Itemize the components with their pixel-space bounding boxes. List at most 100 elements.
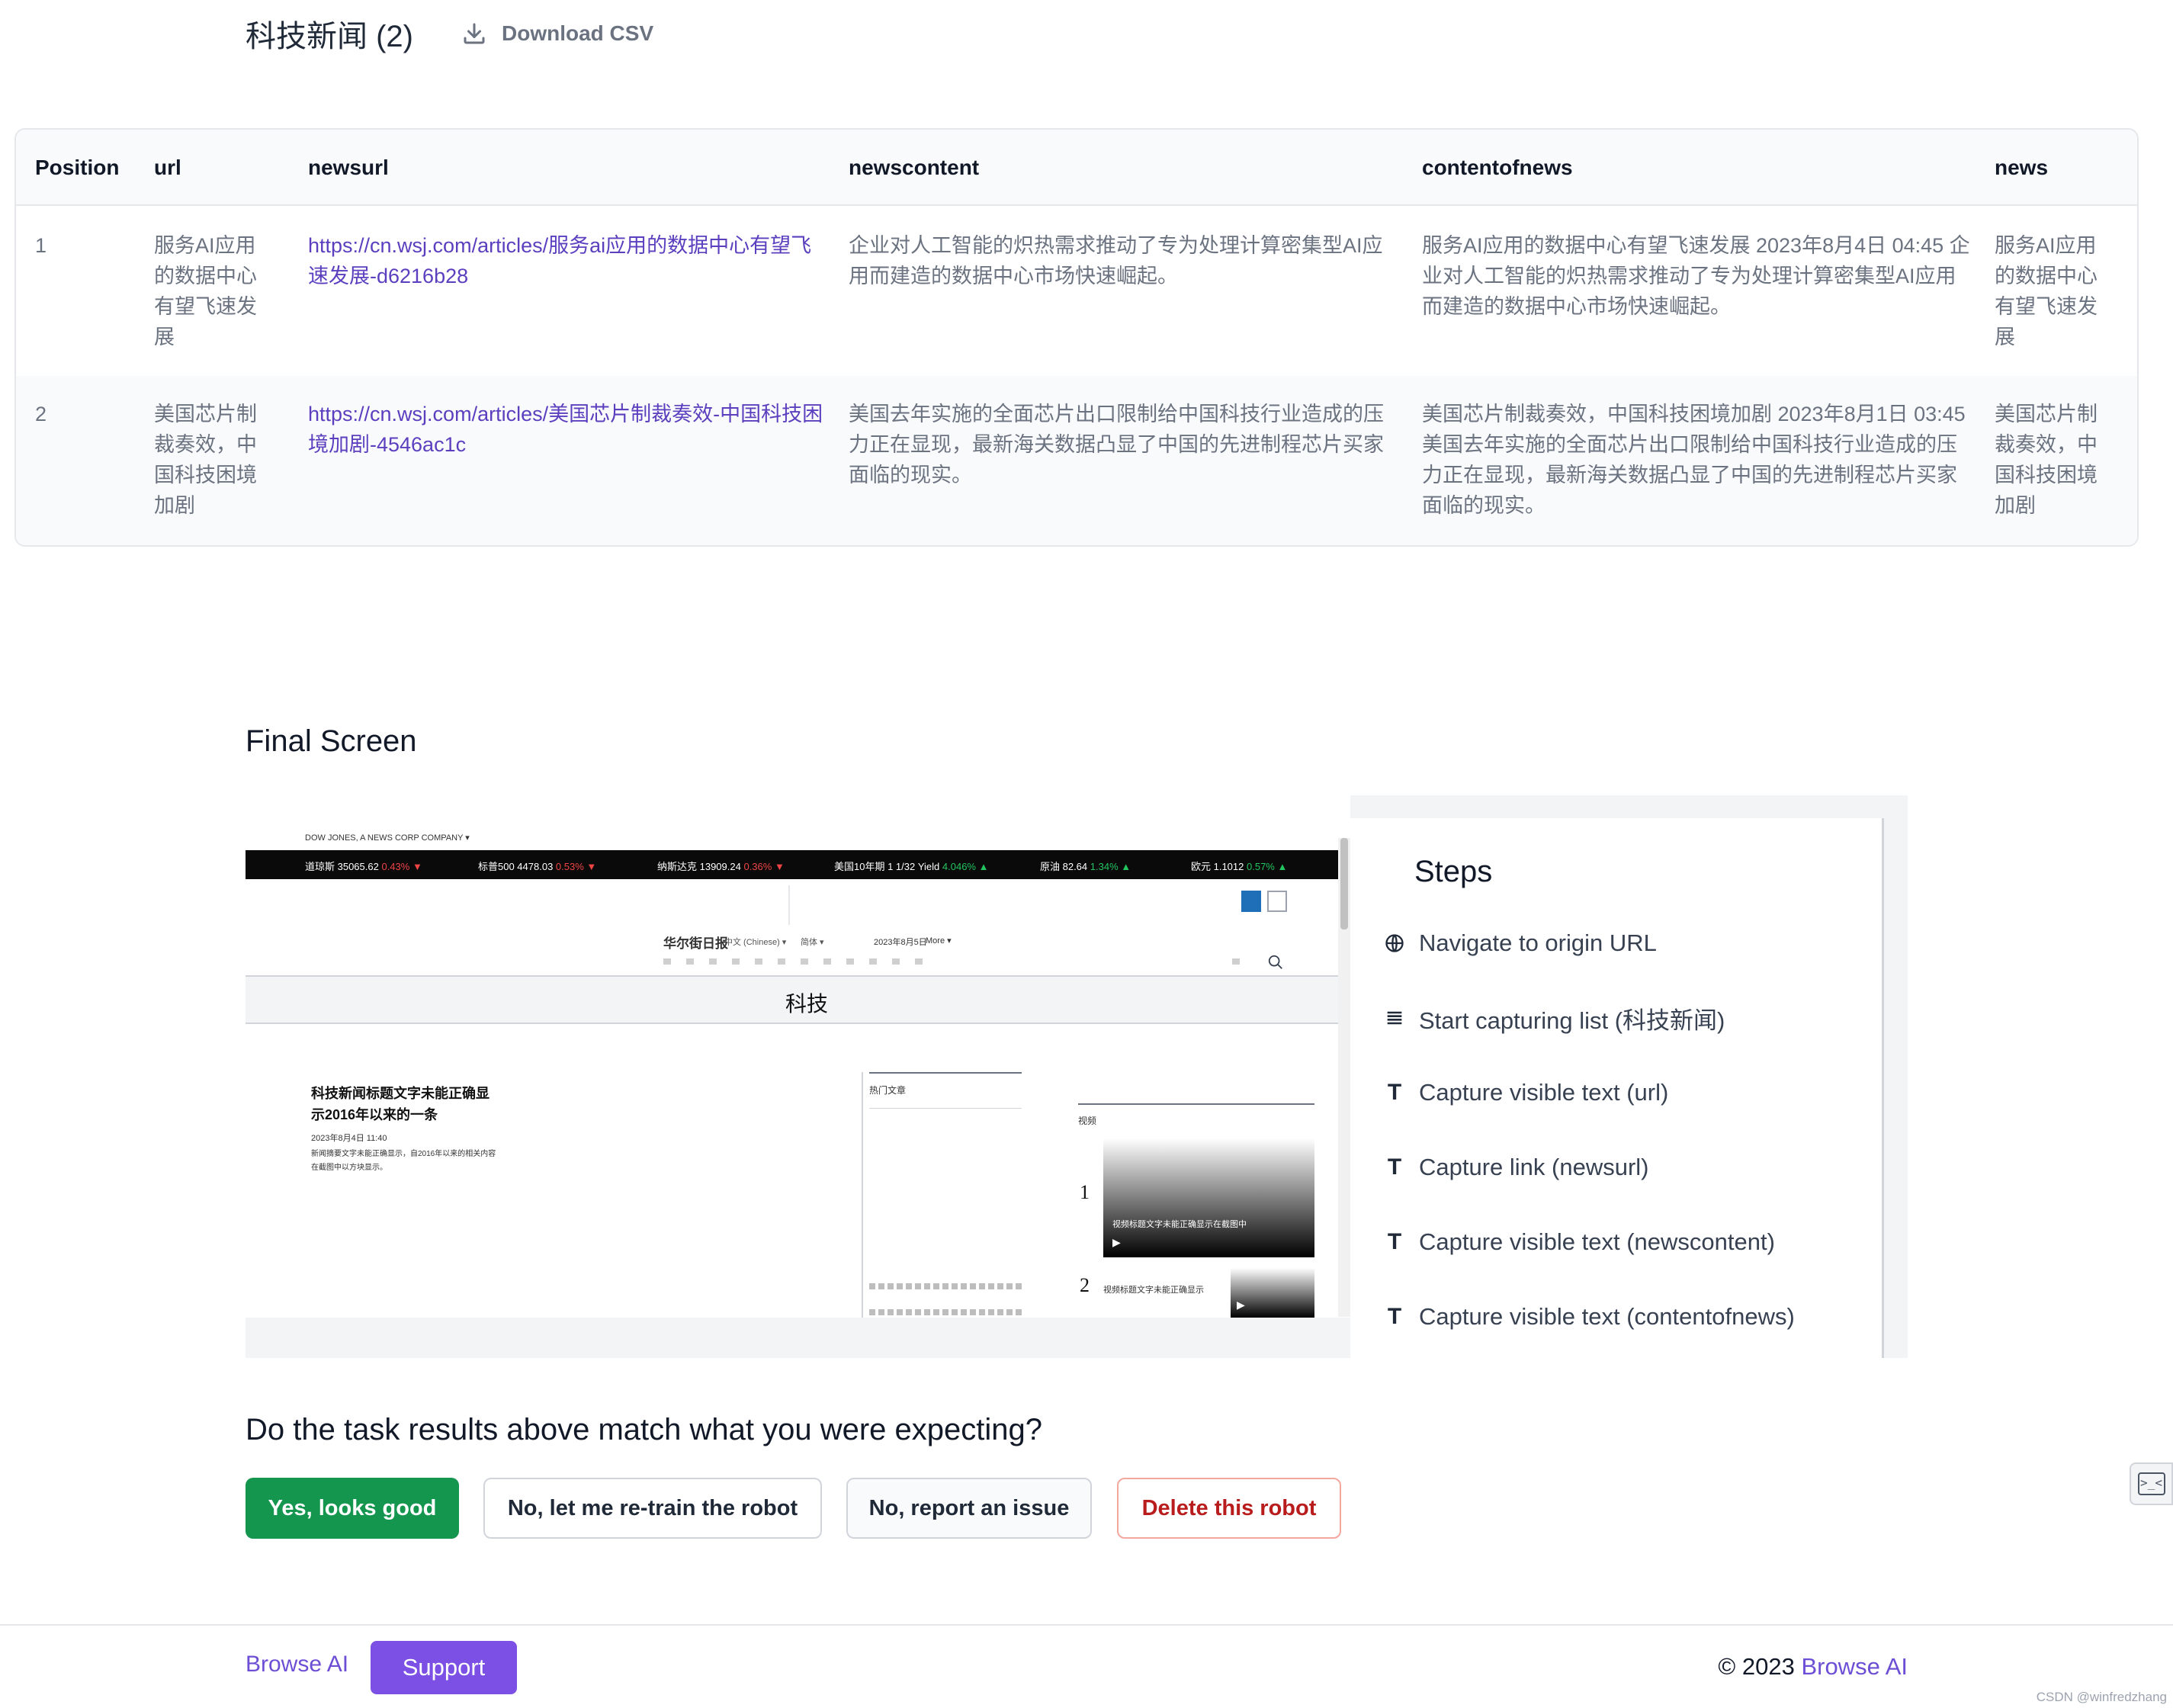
screenshot-corp-bar: DOW JONES, A NEWS CORP COMPANY ▾ bbox=[305, 833, 470, 843]
step-item: Start capturing list (科技新闻) bbox=[1382, 1003, 1725, 1034]
cell-position: 2 bbox=[35, 403, 47, 425]
list-icon bbox=[1382, 1006, 1407, 1030]
step-label: Navigate to origin URL bbox=[1419, 929, 1657, 956]
cell-newscontent: 企业对人工智能的炽热需求推动了专为处理计算密集型AI应用而建造的数据中心市场快速… bbox=[849, 234, 1383, 287]
screenshot-video-rank: 1 bbox=[1080, 1181, 1090, 1203]
cell-newsurl: https://cn.wsj.com/articles/美国芯片制裁奏效-中国科… bbox=[308, 399, 827, 460]
screenshot-lang: 中文 (Chinese) ▾ bbox=[724, 938, 787, 947]
screenshot-edition: 简体 ▾ bbox=[801, 938, 824, 947]
table-header: Position url newsurl newscontent content… bbox=[16, 130, 2137, 206]
steps-title: Steps bbox=[1414, 855, 1493, 888]
copyright: © 2023 Browse AI bbox=[1718, 1653, 1908, 1681]
step-label: Capture visible text (newscontent) bbox=[1419, 1228, 1775, 1255]
newsurl-link[interactable]: https://cn.wsj.com/articles/服务ai应用的数据中心有… bbox=[308, 234, 811, 287]
globe-icon bbox=[1382, 931, 1407, 955]
support-button[interactable]: Support bbox=[371, 1641, 517, 1694]
column-header-newsurl: newsurl bbox=[308, 156, 389, 179]
column-header-news: news bbox=[1995, 156, 2049, 179]
screenshot-more: More ▾ bbox=[926, 936, 952, 946]
screenshot-section-label: 科技 bbox=[785, 992, 829, 1016]
text-icon: T bbox=[1387, 1154, 1402, 1180]
footer-divider bbox=[0, 1624, 2173, 1626]
cell-contentofnews: 服务AI应用的数据中心有望飞速发展 2023年8月4日 04:45 企业对人工智… bbox=[1422, 234, 1970, 318]
step-label: Capture link (newsurl) bbox=[1419, 1154, 1649, 1180]
column-header-contentofnews: contentofnews bbox=[1422, 156, 1573, 179]
step-item: T Capture visible text (url) bbox=[1382, 1077, 1669, 1108]
results-table: Position url newsurl newscontent content… bbox=[14, 128, 2139, 547]
step-label: Capture visible text (url) bbox=[1419, 1079, 1669, 1106]
watermark: CSDN @winfredzhang bbox=[2036, 1690, 2167, 1704]
screenshot-column-topline bbox=[869, 1072, 1022, 1074]
ticker-item: 道琼斯 35065.62 0.43% ▼ bbox=[305, 861, 422, 872]
screenshot-headline: 科技新闻标题文字未能正确显示2016年以来的一条 bbox=[311, 1086, 489, 1122]
screenshot-nav-dot bbox=[1232, 958, 1240, 965]
column-header-newscontent: newscontent bbox=[849, 156, 980, 179]
cell-newsurl: https://cn.wsj.com/articles/服务ai应用的数据中心有… bbox=[308, 230, 827, 291]
screenshot-scrollbar bbox=[1338, 838, 1350, 1317]
download-csv-button[interactable]: Download CSV bbox=[461, 20, 653, 47]
ticker-item: 美国10年期 1 1/32 Yield 4.046% ▲ bbox=[834, 861, 989, 872]
table-row: 1 服务AI应用的数据中心有望飞速发展 https://cn.wsj.com/a… bbox=[16, 206, 2137, 376]
screenshot-date: 2023年8月5日 bbox=[874, 938, 927, 947]
list-header: 科技新闻 (2) Download CSV bbox=[246, 11, 653, 56]
screenshot-video-topline bbox=[1078, 1103, 1314, 1105]
side-help-widget[interactable]: >_< bbox=[2130, 1462, 2173, 1505]
cell-position: 1 bbox=[35, 234, 47, 257]
ticker-item: 纳斯达克 13909.24 0.36% ▼ bbox=[657, 861, 785, 872]
screenshot-video-rank: 2 bbox=[1080, 1274, 1090, 1296]
final-screen-title: Final Screen bbox=[246, 724, 417, 758]
screenshot-video-label: 视频 bbox=[1078, 1116, 1097, 1126]
cell-newscontent: 美国去年实施的全面芯片出口限制给中国科技行业造成的压力正在显现，最新海关数据凸显… bbox=[849, 403, 1384, 486]
cell-contentofnews: 美国芯片制裁奏效，中国科技困境加剧 2023年8月1日 03:45 美国去年实施… bbox=[1422, 403, 1966, 517]
screenshot-divider bbox=[788, 885, 790, 925]
download-icon bbox=[464, 23, 485, 44]
step-item: T Capture visible text (contentofnews) bbox=[1382, 1302, 1795, 1332]
console-icon: >_< bbox=[2137, 1472, 2165, 1495]
play-icon: ▶ bbox=[1237, 1299, 1245, 1311]
text-icon: T bbox=[1387, 1080, 1402, 1105]
text-icon: T bbox=[1387, 1229, 1402, 1254]
text-icon: T bbox=[1387, 1304, 1402, 1329]
screenshot-masthead: 华尔街日报 bbox=[663, 936, 728, 951]
final-screen-panel: DOW JONES, A NEWS CORP COMPANY ▾ 道琼斯 350… bbox=[246, 795, 1908, 1358]
cell-url: 服务AI应用的数据中心有望飞速发展 bbox=[154, 234, 257, 348]
screenshot-text-placeholder bbox=[869, 1283, 1022, 1289]
download-csv-label: Download CSV bbox=[502, 21, 654, 45]
table-row: 2 美国芯片制裁奏效，中国科技困境加剧 https://cn.wsj.com/a… bbox=[16, 376, 2137, 545]
column-header-position: Position bbox=[35, 156, 120, 179]
retrain-robot-button[interactable]: No, let me re-train the robot bbox=[483, 1478, 822, 1539]
screenshot-video-caption: 视频标题文字未能正确显示 bbox=[1103, 1286, 1204, 1295]
screenshot-video-thumbnail: ▶ bbox=[1231, 1268, 1314, 1318]
ticker-item: 欧元 1.1012 0.57% ▲ bbox=[1191, 861, 1288, 872]
yes-looks-good-button[interactable]: Yes, looks good bbox=[246, 1478, 459, 1539]
screenshot-video-thumbnail: 视频标题文字未能正确显示在截图中 ▶ bbox=[1103, 1138, 1314, 1257]
final-screenshot: DOW JONES, A NEWS CORP COMPANY ▾ 道琼斯 350… bbox=[246, 795, 1350, 1318]
feedback-question: Do the task results above match what you… bbox=[246, 1413, 1042, 1446]
screenshot-lang-toggle-off bbox=[1267, 891, 1287, 912]
cell-url: 美国芯片制裁奏效，中国科技困境加剧 bbox=[154, 403, 257, 517]
newsurl-link[interactable]: https://cn.wsj.com/articles/美国芯片制裁奏效-中国科… bbox=[308, 403, 823, 456]
step-item: T Capture link (newsurl) bbox=[1382, 1152, 1649, 1183]
step-label: Capture visible text (contentofnews) bbox=[1419, 1303, 1795, 1330]
screenshot-text-placeholder bbox=[869, 1309, 1022, 1315]
screenshot-nav-placeholder bbox=[663, 958, 938, 965]
screenshot-lang-toggle-on bbox=[1241, 891, 1261, 912]
column-header-url: url bbox=[154, 156, 181, 179]
screenshot-summary: 新闻摘要文字未能正确显示，自2016年以来的相关内容在截图中以方块显示。 bbox=[311, 1150, 496, 1172]
step-item: Navigate to origin URL bbox=[1382, 928, 1657, 958]
footer-brand-link[interactable]: Browse AI bbox=[246, 1652, 348, 1678]
play-icon: ▶ bbox=[1112, 1236, 1121, 1248]
screenshot-column-rule bbox=[862, 1072, 863, 1318]
cell-news: 美国芯片制裁奏效，中国科技困境加剧 bbox=[1995, 403, 2098, 517]
copyright-brand-link[interactable]: Browse AI bbox=[1801, 1653, 1908, 1680]
screenshot-ticker: 道琼斯 35065.62 0.43% ▼ 标普500 4478.03 0.53%… bbox=[246, 850, 1350, 879]
ticker-item: 标普500 4478.03 0.53% ▼ bbox=[478, 861, 597, 872]
delete-robot-button[interactable]: Delete this robot bbox=[1117, 1478, 1341, 1539]
report-issue-button[interactable]: No, report an issue bbox=[846, 1478, 1092, 1539]
step-item: T Capture visible text (newscontent) bbox=[1382, 1227, 1775, 1257]
step-label: Start capturing list (科技新闻) bbox=[1419, 1006, 1725, 1034]
ticker-item: 原油 82.64 1.34% ▲ bbox=[1040, 861, 1131, 872]
screenshot-section-bar: 科技 bbox=[246, 977, 1350, 1024]
copyright-prefix: © 2023 bbox=[1718, 1653, 1802, 1680]
screenshot-headline-date: 2023年8月4日 11:40 bbox=[311, 1134, 387, 1143]
